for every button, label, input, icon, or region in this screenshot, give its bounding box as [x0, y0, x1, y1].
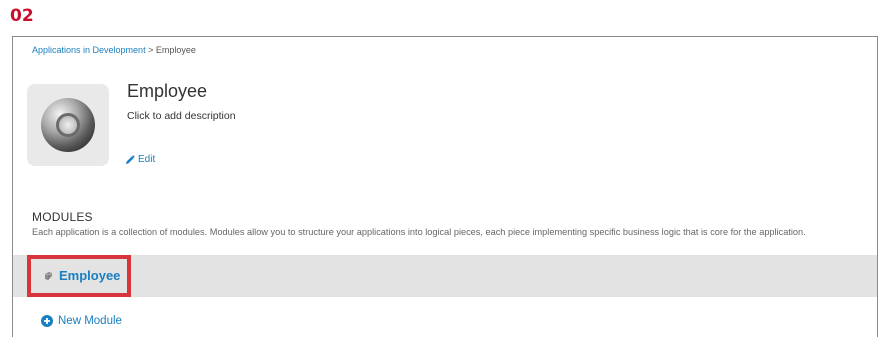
- breadcrumb-separator: >: [145, 45, 156, 55]
- edit-button[interactable]: Edit: [125, 154, 155, 165]
- module-item-label: Employee: [59, 268, 121, 283]
- application-icon[interactable]: [27, 84, 109, 166]
- application-description[interactable]: Click to add description: [127, 110, 236, 122]
- new-module-button[interactable]: New Module: [41, 315, 122, 327]
- application-title[interactable]: Employee: [127, 81, 207, 102]
- module-list-row: [13, 255, 877, 297]
- breadcrumb-current: Employee: [155, 45, 196, 55]
- plus-circle-icon: [41, 315, 53, 327]
- new-module-label: New Module: [58, 315, 122, 327]
- module-item-employee[interactable]: Employee: [43, 268, 120, 283]
- step-number: 02: [10, 6, 34, 26]
- modules-heading: MODULES: [32, 210, 93, 224]
- modules-description: Each application is a collection of modu…: [32, 227, 806, 237]
- disc-icon: [41, 98, 95, 152]
- application-detail-panel: Applications in Development > Employee E: [12, 36, 878, 337]
- breadcrumb-link-applications[interactable]: Applications in Development: [32, 45, 146, 55]
- edit-label: Edit: [138, 154, 156, 165]
- module-icon: [44, 271, 53, 280]
- breadcrumb: Applications in Development > Employee: [32, 45, 196, 55]
- pencil-icon: [126, 154, 135, 164]
